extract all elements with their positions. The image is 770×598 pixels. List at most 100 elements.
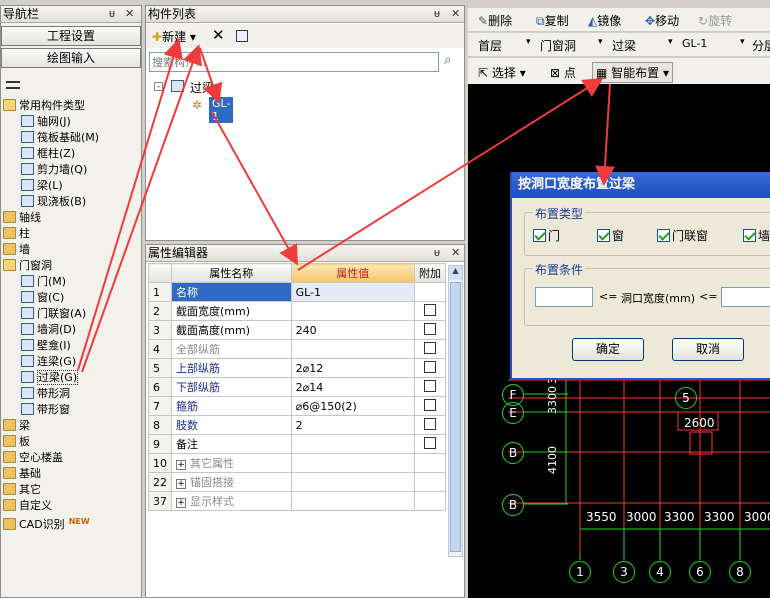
chevron-down-icon[interactable]: ▾ xyxy=(598,37,603,47)
close-icon[interactable]: ✕ xyxy=(125,6,134,22)
nav-tree-item[interactable]: 现浇板(B) xyxy=(21,194,86,210)
nav-tree-item[interactable]: 壁龛(I) xyxy=(21,338,71,354)
property-row[interactable]: 5 上部纵筋 2⌀12 xyxy=(148,358,447,378)
attach-checkbox[interactable] xyxy=(423,398,436,411)
attach-checkbox[interactable] xyxy=(423,379,436,392)
attach-checkbox[interactable] xyxy=(423,417,436,430)
attach-checkbox[interactable] xyxy=(423,303,436,316)
nav-tree-item[interactable]: 梁(L) xyxy=(21,178,63,194)
nav-tree-item[interactable]: 空心楼盖 xyxy=(3,450,63,466)
property-row[interactable]: 7 箍筋 ⌀6@150(2) xyxy=(148,396,447,416)
nav-tree-item[interactable]: 梁 xyxy=(3,418,30,434)
min-width-input[interactable] xyxy=(535,287,593,307)
nav-tree-item[interactable]: 过梁(G) xyxy=(21,370,79,386)
search-icon[interactable]: ⌕ xyxy=(444,53,451,68)
chevron-down-icon[interactable]: ▾ xyxy=(526,37,531,47)
attach-checkbox[interactable] xyxy=(423,360,436,373)
property-value[interactable]: 2⌀14 xyxy=(290,377,415,397)
close-icon[interactable]: ✕ xyxy=(451,245,460,261)
nav-tree-item[interactable]: 墙 xyxy=(3,242,30,258)
property-value[interactable]: ⌀6@150(2) xyxy=(290,396,415,416)
ok-button[interactable]: 确定 xyxy=(572,338,644,361)
component-select[interactable]: 过梁 xyxy=(612,37,636,54)
close-icon[interactable]: ✕ xyxy=(451,6,460,22)
property-row[interactable]: 8 肢数 2 xyxy=(148,415,447,435)
wall-checkbox[interactable]: 墙 xyxy=(743,227,770,244)
delete-button[interactable]: ✎删除 xyxy=(478,12,512,29)
nav-tree-item[interactable]: 剪力墙(Q) xyxy=(21,162,87,178)
nav-tree-item[interactable]: 常用构件类型 xyxy=(3,98,85,114)
copy-button[interactable]: ⧉复制 xyxy=(536,12,569,29)
nav-tree-item[interactable]: 门窗洞 xyxy=(3,258,52,274)
property-row[interactable]: 6 下部纵筋 2⌀14 xyxy=(148,377,447,397)
nav-tree-item[interactable]: 板 xyxy=(3,434,30,450)
nav-tree-item[interactable]: 轴网(J) xyxy=(21,114,71,130)
pin-icon[interactable]: ᵾ xyxy=(434,245,440,261)
nav-tree-item[interactable]: 其它 xyxy=(3,482,41,498)
scroll-thumb[interactable] xyxy=(450,282,461,552)
new-button[interactable]: ✚新建 ▾ xyxy=(152,28,196,45)
tree-item-gl1[interactable]: GL-1 xyxy=(209,97,234,123)
copy-icon[interactable] xyxy=(236,30,248,42)
draw-input-button[interactable]: 绘图输入 xyxy=(1,48,141,68)
chevron-down-icon[interactable]: ▾ xyxy=(668,37,673,47)
nav-tree-item[interactable]: 轴线 xyxy=(3,210,41,226)
nav-tree-item[interactable]: 基础 xyxy=(3,466,41,482)
pin-icon[interactable]: ᵾ xyxy=(434,6,440,22)
collapse-icon[interactable] xyxy=(6,81,20,89)
property-value[interactable]: 2⌀12 xyxy=(290,358,415,378)
nav-tree-item[interactable]: CAD识别 NEW xyxy=(3,514,90,531)
property-row[interactable]: 3 截面高度(mm) 240 xyxy=(148,320,447,340)
property-scrollbar[interactable]: ▲ xyxy=(448,265,463,557)
move-button[interactable]: ✥移动 xyxy=(645,12,679,29)
delete-icon[interactable]: ✕ xyxy=(212,26,225,44)
property-row[interactable]: 1 名称 GL-1 xyxy=(148,282,447,302)
layer-label[interactable]: 分层 xyxy=(752,37,770,54)
property-row[interactable]: 2 截面宽度(mm) xyxy=(148,301,447,321)
doorwin-checkbox[interactable]: 门联窗 xyxy=(657,227,708,244)
property-value[interactable]: 2 xyxy=(290,415,415,435)
nav-tree-item[interactable]: 自定义 xyxy=(3,498,52,514)
project-settings-button[interactable]: 工程设置 xyxy=(1,26,141,46)
nav-tree-item[interactable]: 框柱(Z) xyxy=(21,146,75,162)
property-value[interactable] xyxy=(290,339,415,359)
point-button[interactable]: ⊠ 点 xyxy=(550,64,576,81)
expand-icon[interactable]: + xyxy=(176,460,186,470)
smart-layout-button[interactable]: ▦ 智能布置 ▾ xyxy=(592,62,674,83)
tree-root-label[interactable]: 过梁 xyxy=(190,79,214,96)
expand-icon[interactable]: + xyxy=(176,498,186,508)
floor-select[interactable]: 首层 xyxy=(478,37,502,54)
nav-tree-item[interactable]: 筏板基础(M) xyxy=(21,130,99,146)
property-value[interactable] xyxy=(290,301,415,321)
property-row[interactable]: 37 + 显示样式 xyxy=(148,491,447,511)
name-select[interactable]: GL-1 xyxy=(682,37,707,50)
attach-checkbox[interactable] xyxy=(423,436,436,449)
nav-tree-item[interactable]: 门(M) xyxy=(21,274,66,290)
property-row[interactable]: 4 全部纵筋 xyxy=(148,339,447,359)
component-search-input[interactable] xyxy=(149,52,439,72)
nav-tree-item[interactable]: 柱 xyxy=(3,226,30,242)
rotate-button[interactable]: ↻旋转 xyxy=(698,12,732,29)
property-row[interactable]: 9 备注 xyxy=(148,434,447,454)
nav-tree-item[interactable]: 带形窗 xyxy=(21,402,70,418)
pin-icon[interactable]: ᵾ xyxy=(109,6,115,22)
attach-checkbox[interactable] xyxy=(423,322,436,335)
property-row[interactable]: 22 + 锚固搭接 xyxy=(148,472,447,492)
nav-tree-item[interactable]: 门联窗(A) xyxy=(21,306,86,322)
select-button[interactable]: ⇱ 选择 ▾ xyxy=(478,64,526,81)
property-value[interactable] xyxy=(290,453,415,473)
property-value[interactable]: 240 xyxy=(290,320,415,340)
max-width-input[interactable] xyxy=(721,287,770,307)
cancel-button[interactable]: 取消 xyxy=(672,338,744,361)
nav-tree-item[interactable]: 带形洞 xyxy=(21,386,70,402)
expand-icon[interactable]: - xyxy=(154,82,163,91)
property-value[interactable] xyxy=(290,434,415,454)
type-select[interactable]: 门窗洞 xyxy=(540,37,576,54)
door-checkbox[interactable]: 门 xyxy=(533,227,560,244)
nav-tree-item[interactable]: 连梁(G) xyxy=(21,354,76,370)
property-row[interactable]: 10 + 其它属性 xyxy=(148,453,447,473)
window-checkbox[interactable]: 窗 xyxy=(597,227,624,244)
property-value[interactable] xyxy=(290,491,415,511)
expand-icon[interactable]: + xyxy=(176,479,186,489)
nav-tree-item[interactable]: 墙洞(D) xyxy=(21,322,76,338)
